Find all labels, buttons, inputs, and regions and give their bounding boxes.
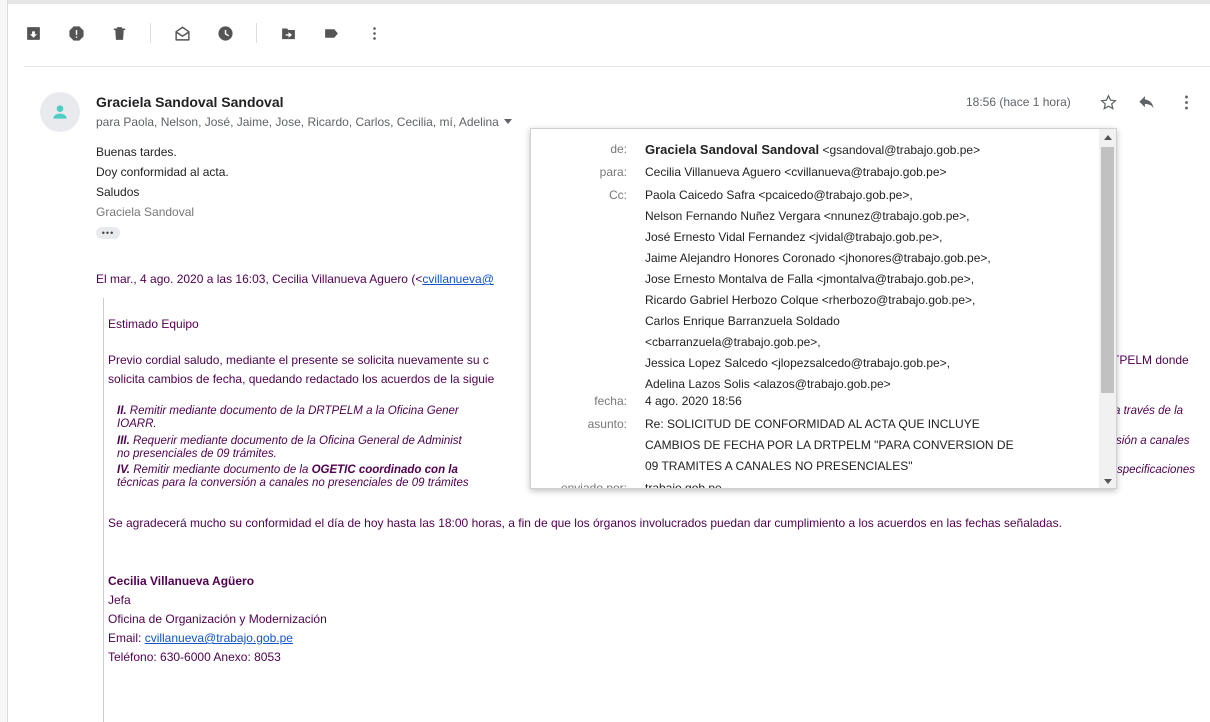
more-vert-icon[interactable] — [365, 24, 383, 42]
details-cc-list: Paola Caicedo Safra <pcaicedo@trabajo.go… — [645, 185, 1085, 395]
item-text: Requerir mediante documento de la Oficin… — [129, 435, 462, 447]
body-signature: Graciela Sandoval — [96, 205, 195, 219]
window-top-border — [0, 0, 1210, 4]
reply-icon[interactable] — [1136, 92, 1156, 112]
toolbar-divider-line — [24, 66, 1210, 67]
show-details-icon[interactable] — [503, 119, 512, 124]
report-spam-icon[interactable] — [67, 24, 85, 42]
message-time: 18:56 (hace 1 hora) — [966, 95, 1071, 109]
cc-recipient: Ricardo Gabriel Herbozo Colque <rherbozo… — [645, 293, 976, 307]
quote-paragraph-overflow: TPELM donde — [1112, 353, 1189, 367]
signature-email-row: Email: cvillanueva@trabajo.gob.pe — [108, 629, 327, 648]
toolbar-divider — [150, 23, 151, 43]
details-sent-label: enviado por: — [560, 481, 627, 489]
subject-line: Re: SOLICITUD DE CONFORMIDAD AL ACTA QUE… — [645, 417, 980, 431]
label-icon[interactable] — [322, 24, 340, 42]
details-subject-label: asunto: — [587, 417, 627, 431]
recipients-summary[interactable]: para Paola, Nelson, José, Jaime, Jose, R… — [96, 115, 512, 129]
item-text: Remitir mediante documento de la DRTPELM… — [126, 405, 459, 417]
avatar[interactable] — [40, 92, 80, 132]
quote-item: IV. Remitir mediante documento de la OGE… — [117, 464, 458, 476]
item-number: IV. — [117, 464, 131, 476]
quote-paragraph: Previo cordial saludo, mediante el prese… — [108, 353, 489, 367]
quote-item-overflow: a través de la — [1114, 405, 1184, 417]
details-from-name: Graciela Sandoval Sandoval — [645, 142, 820, 157]
quote-greeting: Estimado Equipo — [108, 317, 199, 331]
message-more-icon[interactable] — [1176, 92, 1196, 112]
message-details-popup: de: Graciela Sandoval Sandoval <gsandova… — [530, 128, 1117, 489]
body-line: Buenas tardes. — [96, 145, 177, 159]
details-from-email: <gsandoval@trabajo.gob.pe> — [819, 143, 981, 157]
quote-paragraph-line: solicita cambios de fecha, quedando reda… — [108, 372, 495, 386]
quote-signature: Cecilia Villanueva Agüero Jefa Oficina d… — [108, 572, 327, 667]
details-from-label: de: — [610, 142, 627, 156]
show-trimmed-content-button[interactable]: ••• — [96, 227, 120, 239]
quote-item: II. Remitir mediante documento de la DRT… — [117, 405, 459, 417]
move-to-icon[interactable] — [279, 24, 297, 42]
archive-icon[interactable] — [24, 24, 42, 42]
signature-office: Oficina de Organización y Modernización — [108, 612, 327, 626]
quote-item-overflow: specificaciones — [1117, 464, 1195, 476]
cc-recipient: Jose Ernesto Montalva de Falla <jmontalv… — [645, 272, 975, 286]
message-toolbar — [24, 20, 408, 46]
signature-email-link[interactable]: cvillanueva@trabajo.gob.pe — [145, 631, 293, 645]
delete-icon[interactable] — [110, 24, 128, 42]
snooze-icon[interactable] — [216, 24, 234, 42]
item-bold-text: OGETIC coordinado con la — [311, 464, 458, 476]
cc-recipient: <cbarranzuela@trabajo.gob.pe>, — [645, 335, 821, 349]
cc-recipient: Paola Caicedo Safra <pcaicedo@trabajo.go… — [645, 188, 913, 202]
item-text: Remitir mediante documento de la — [130, 464, 312, 476]
signature-name: Cecilia Villanueva Agüero — [108, 574, 255, 588]
subject-line: CAMBIOS DE FECHA POR LA DRTPELM "PARA CO… — [645, 438, 1014, 452]
quote-border — [103, 298, 104, 722]
cc-recipient: Carlos Enrique Barranzuela Soldado — [645, 314, 840, 328]
scroll-thumb[interactable] — [1101, 147, 1114, 393]
scroll-down-icon[interactable] — [1104, 479, 1112, 484]
details-to-value: Cecilia Villanueva Aguero <cvillanueva@t… — [645, 165, 947, 179]
details-subject-value: Re: SOLICITUD DE CONFORMIDAD AL ACTA QUE… — [645, 414, 1085, 477]
person-icon — [53, 105, 67, 119]
details-to-label: para: — [599, 165, 627, 179]
window-left-border — [0, 0, 8, 722]
quote-item-cont: no presenciales de 09 trámites. — [117, 448, 277, 460]
quote-header-email-link[interactable]: cvillanueva@ — [422, 272, 494, 286]
cc-recipient: Jessica Lopez Salcedo <jlopezsalcedo@tra… — [645, 356, 951, 370]
details-scrollbar[interactable] — [1099, 129, 1116, 488]
item-number: II. — [117, 405, 127, 417]
sender-name[interactable]: Graciela Sandoval Sandoval — [96, 94, 284, 110]
signature-email-label: Email: — [108, 631, 145, 645]
cc-recipient: José Ernesto Vidal Fernandez <jvidal@tra… — [645, 230, 943, 244]
details-date-value: 4 ago. 2020 18:56 — [645, 394, 742, 408]
body-line: Saludos — [96, 185, 140, 199]
quote-header: El mar., 4 ago. 2020 a las 16:03, Cecili… — [96, 272, 494, 286]
scroll-up-icon[interactable] — [1104, 135, 1112, 140]
cc-recipient: Nelson Fernando Nuñez Vergara <nnunez@tr… — [645, 209, 970, 223]
quote-header-text: El mar., 4 ago. 2020 a las 16:03, Cecili… — [96, 272, 423, 286]
details-sent-value: trabajo.gob.pe — [645, 481, 722, 489]
details-date-label: fecha: — [594, 394, 627, 408]
quote-item-cont: técnicas para la conversión a canales no… — [117, 477, 469, 489]
details-cc-label: Cc: — [609, 188, 627, 202]
recipients-text: para Paola, Nelson, José, Jaime, Jose, R… — [96, 115, 499, 129]
toolbar-divider — [256, 23, 257, 43]
signature-phone: Teléfono: 630-6000 Anexo: 8053 — [108, 650, 281, 664]
star-icon[interactable] — [1098, 92, 1118, 112]
cc-recipient: Jaime Alejandro Honores Coronado <jhonor… — [645, 251, 991, 265]
quote-closing: Se agradecerá mucho su conformidad el dí… — [108, 516, 1062, 530]
signature-title: Jefa — [108, 593, 131, 607]
subject-line: 09 TRAMITES A CANALES NO PRESENCIALES" — [645, 459, 913, 473]
message-body: Buenas tardes. Doy conformidad al acta. … — [96, 142, 229, 222]
mark-unread-icon[interactable] — [173, 24, 191, 42]
quote-item-cont: IOARR. — [117, 418, 157, 430]
quote-item: III. Requerir mediante documento de la O… — [117, 435, 462, 447]
item-number: III. — [117, 435, 130, 447]
quote-item-overflow: sión a canales — [1116, 435, 1190, 447]
body-line: Doy conformidad al acta. — [96, 165, 229, 179]
